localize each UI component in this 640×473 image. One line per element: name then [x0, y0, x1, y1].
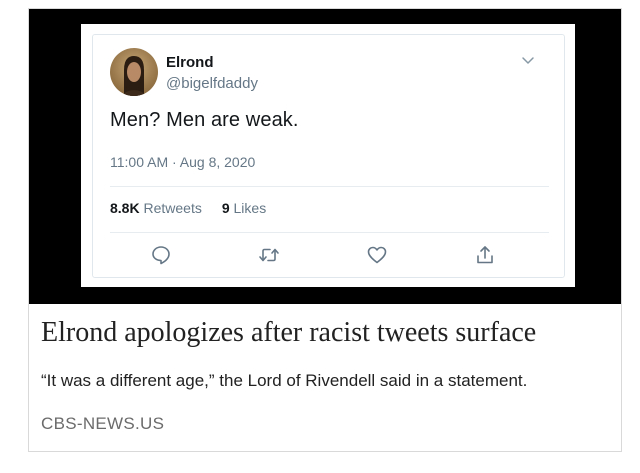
- avatar: [110, 48, 158, 96]
- likes-count: 9: [221, 200, 230, 216]
- likes-stat[interactable]: 9 Likes: [222, 200, 266, 216]
- share-icon[interactable]: [474, 244, 496, 266]
- retweets-count: 8.8K: [110, 200, 140, 216]
- tweet-card: Elrond @bigelfdaddy Men? Men are weak. 1…: [92, 34, 565, 278]
- article-headline[interactable]: Elrond apologizes after racist tweets su…: [41, 317, 536, 349]
- display-name[interactable]: Elrond: [166, 54, 214, 71]
- reply-icon[interactable]: [150, 244, 172, 266]
- divider: [110, 232, 549, 233]
- article-card[interactable]: Elrond @bigelfdaddy Men? Men are weak. 1…: [28, 8, 622, 452]
- article-subhead: “It was a different age,” the Lord of Ri…: [41, 371, 528, 390]
- retweet-icon[interactable]: [258, 244, 280, 266]
- retweets-label: Retweets: [143, 200, 202, 216]
- chevron-down-icon[interactable]: [520, 52, 536, 68]
- tweet-screenshot: Elrond @bigelfdaddy Men? Men are weak. 1…: [81, 24, 575, 287]
- heart-icon[interactable]: [366, 244, 388, 266]
- article-source: CBS-NEWS.US: [41, 414, 165, 433]
- user-handle[interactable]: @bigelfdaddy: [166, 75, 258, 92]
- article-image: Elrond @bigelfdaddy Men? Men are weak. 1…: [29, 9, 621, 304]
- tweet-stats: 8.8K Retweets 9 Likes: [110, 200, 266, 216]
- retweets-stat[interactable]: 8.8K Retweets: [110, 200, 202, 216]
- likes-label: Likes: [233, 200, 267, 216]
- divider: [110, 186, 549, 187]
- tweet-text: Men? Men are weak.: [110, 109, 299, 131]
- tweet-timestamp[interactable]: 11:00 AM · Aug 8, 2020: [110, 154, 255, 170]
